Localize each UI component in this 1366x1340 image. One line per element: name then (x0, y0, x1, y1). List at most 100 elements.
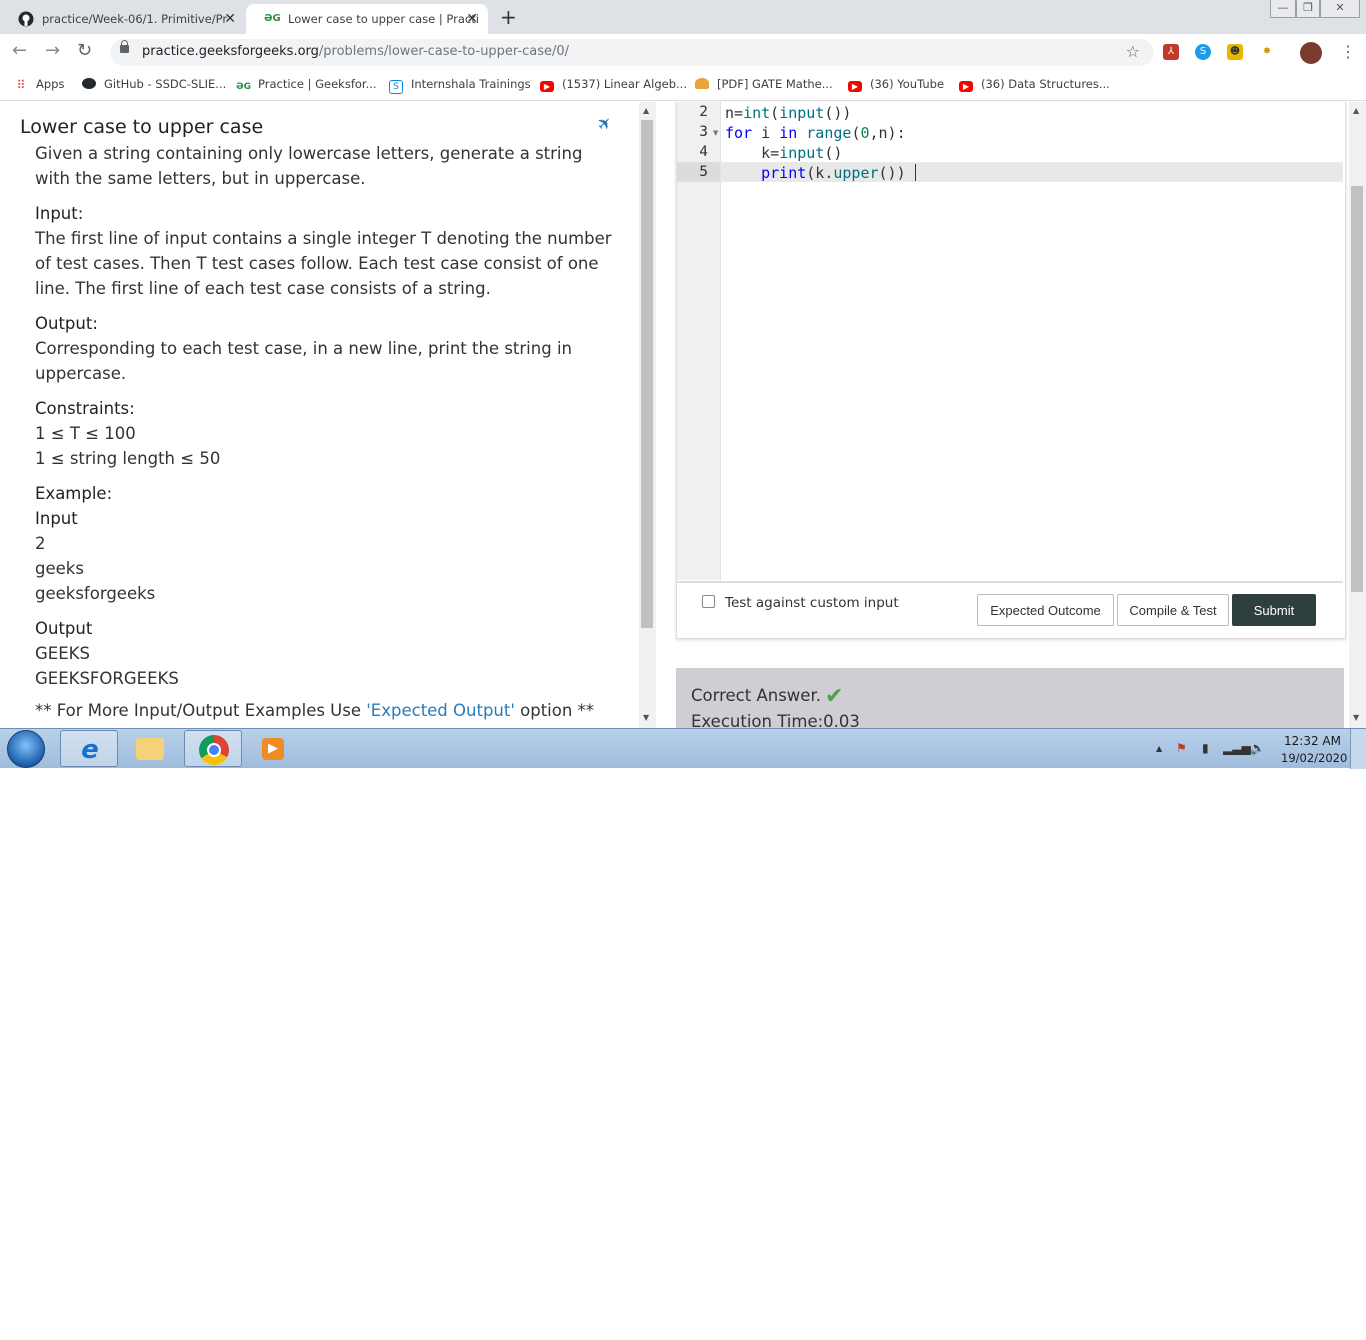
bookmark-apps[interactable]: ⠿ Apps (14, 77, 65, 92)
bookmark-label: (36) YouTube (870, 77, 945, 91)
tab-title: Lower case to upper case | Practi (288, 12, 479, 26)
bookmark-label: Internshala Trainings (411, 77, 531, 91)
bookmark-label: (36) Data Structures... (981, 77, 1110, 91)
collapse-pin-icon[interactable]: ✈ (593, 112, 617, 136)
gfg-icon: ƏG (236, 82, 252, 92)
bookmark-youtube[interactable]: ▶ (36) YouTube (848, 77, 944, 92)
window-close-button[interactable]: ✕ (1320, 0, 1360, 18)
submit-button[interactable]: Submit (1232, 594, 1316, 626)
expected-outcome-button[interactable]: Expected Outcome (977, 594, 1114, 626)
minimize-button[interactable]: — (1270, 0, 1296, 18)
close-tab-icon[interactable]: ✕ (466, 4, 478, 34)
internet-explorer-icon: e (81, 735, 99, 765)
windows-taskbar: e ▶ ▲ ⚑ ▮ ▂▃▅ 🔈 12:32 AM 19/02/2020 (0, 728, 1366, 769)
example-input-line: geeksforgeeks (35, 584, 156, 603)
youtube-icon: ▶ (540, 81, 554, 92)
bookmark-gfg-practice[interactable]: ƏG Practice | Geeksfor... (236, 77, 377, 93)
volume-icon[interactable]: 🔈 (1250, 741, 1265, 755)
tab-geeksforgeeks[interactable]: ƏG Lower case to upper case | Practi ✕ (246, 4, 488, 34)
close-tab-icon[interactable]: ✕ (224, 4, 236, 34)
line-number: 2 (699, 104, 708, 120)
pdf-extension-icon[interactable]: ⅄ (1163, 44, 1179, 60)
skype-extension-icon[interactable]: S (1195, 44, 1211, 60)
result-status: Correct Answer. ✔ (691, 684, 843, 709)
result-panel: Correct Answer. ✔ Execution Time:0.03 (676, 668, 1344, 728)
back-arrow-icon[interactable]: ← (12, 40, 27, 61)
scroll-up-arrow-icon[interactable]: ▲ (643, 106, 649, 115)
clock-time[interactable]: 12:32 AM (1284, 734, 1341, 748)
input-heading: Input: (35, 204, 84, 223)
bookmarks-bar: ⠿ Apps GitHub - SSDC-SLIE... ƏG Practice |… (0, 70, 1366, 101)
start-button[interactable] (7, 730, 45, 768)
custom-input-checkbox[interactable] (702, 595, 715, 608)
scroll-down-arrow-icon[interactable]: ▼ (1353, 713, 1359, 722)
battery-icon[interactable]: ▮ (1202, 741, 1209, 755)
clock-date[interactable]: 19/02/2020 (1281, 751, 1347, 765)
scroll-down-arrow-icon[interactable]: ▼ (643, 713, 649, 722)
problem-scrollbar[interactable]: ▲ ▼ (639, 102, 656, 728)
page-scrollbar[interactable]: ▲ ▼ (1349, 102, 1366, 728)
editor-action-bar: Test against custom input Expected Outco… (677, 581, 1343, 640)
taskbar-file-explorer[interactable] (122, 730, 180, 767)
problem-title: Lower case to upper case (20, 116, 264, 138)
bookmark-github[interactable]: GitHub - SSDC-SLIE... (82, 77, 226, 91)
scrollbar-thumb[interactable] (1351, 186, 1363, 592)
output-heading: Output: (35, 314, 98, 333)
code-line: print(k.upper()) (761, 164, 906, 182)
checkmark-icon: ✔ (824, 684, 844, 709)
footer-prefix: ** For More Input/Output Examples Use (35, 701, 367, 720)
bookmark-data-structures[interactable]: ▶ (36) Data Structures... (959, 77, 1110, 92)
action-center-flag-icon[interactable]: ⚑ (1176, 741, 1187, 755)
youtube-icon: ▶ (848, 81, 862, 92)
url-text[interactable]: practice.geeksforgeeks.org/problems/lowe… (142, 44, 569, 59)
example-output-line: GEEKSFORGEEKS (35, 669, 179, 688)
scroll-up-arrow-icon[interactable]: ▲ (1353, 106, 1359, 115)
puzzle-extension-icon[interactable]: ✸ (1259, 44, 1275, 60)
bookmark-star-icon[interactable]: ☆ (1126, 42, 1140, 61)
browser-tab-bar: practice/Week-06/1. Primitive/Pr ✕ ƏG Lo… (0, 0, 1366, 34)
example-heading: Example: (35, 484, 113, 503)
line-number: 5 (699, 164, 708, 180)
address-bar[interactable]: practice.geeksforgeeks.org/problems/lowe… (110, 39, 1154, 66)
forward-arrow-icon[interactable]: → (45, 40, 60, 61)
scrollbar-thumb[interactable] (641, 120, 653, 628)
show-desktop-button[interactable] (1350, 729, 1366, 769)
compile-and-test-button[interactable]: Compile & Test (1117, 594, 1229, 626)
taskbar-media-player[interactable]: ▶ (246, 730, 304, 767)
code-line: k=input() (725, 144, 843, 162)
expected-output-link[interactable]: 'Expected Output' (366, 701, 515, 720)
internshala-icon: S (389, 80, 403, 94)
profile-avatar-icon[interactable] (1300, 42, 1322, 64)
execution-time: Execution Time:0.03 (691, 712, 860, 728)
line-number: 3 (699, 124, 708, 140)
code-text-area[interactable]: n=int(input()) for i in range(0,n): k=in… (721, 102, 1343, 580)
example-output-heading: Output (35, 619, 93, 638)
output-text: Corresponding to each test case, in a ne… (35, 339, 572, 383)
apps-grid-icon: ⠿ (16, 78, 26, 92)
bookmark-internshala[interactable]: S Internshala Trainings (389, 77, 531, 94)
url-path: /problems/lower-case-to-upper-case/0/ (318, 44, 570, 59)
fold-arrow-icon[interactable]: ▼ (713, 129, 718, 137)
taskbar-internet-explorer[interactable]: e (60, 730, 118, 767)
bookmark-linear-algebra[interactable]: ▶ (1537) Linear Algeb... (540, 77, 687, 92)
new-tab-button[interactable]: + (500, 5, 517, 29)
github-icon (82, 78, 96, 89)
example-input-line: geeks (35, 559, 84, 578)
bookmark-label: GitHub - SSDC-SLIE... (104, 77, 227, 91)
network-signal-icon[interactable]: ▂▃▅ (1223, 741, 1251, 755)
taskbar-chrome[interactable] (184, 730, 242, 767)
bookmark-gate-math[interactable]: [PDF] GATE Mathe... (695, 77, 833, 91)
monster-extension-icon[interactable]: ☻ (1227, 44, 1243, 60)
custom-input-label[interactable]: Test against custom input (725, 595, 899, 611)
restore-button[interactable]: ❐ (1296, 0, 1320, 18)
tab-github[interactable]: practice/Week-06/1. Primitive/Pr ✕ (0, 4, 246, 34)
bookmark-label: (1537) Linear Algeb... (562, 77, 687, 91)
text-cursor (915, 164, 916, 181)
browser-menu-icon[interactable]: ⋮ (1340, 42, 1356, 61)
example-input-heading: Input (35, 509, 78, 528)
reload-icon[interactable]: ↻ (77, 40, 92, 61)
youtube-icon: ▶ (959, 81, 973, 92)
show-hidden-icons-arrow-icon[interactable]: ▲ (1156, 744, 1162, 753)
gfg-icon: ƏG (264, 13, 281, 24)
examples-footer: ** For More Input/Output Examples Use 'E… (35, 698, 615, 723)
